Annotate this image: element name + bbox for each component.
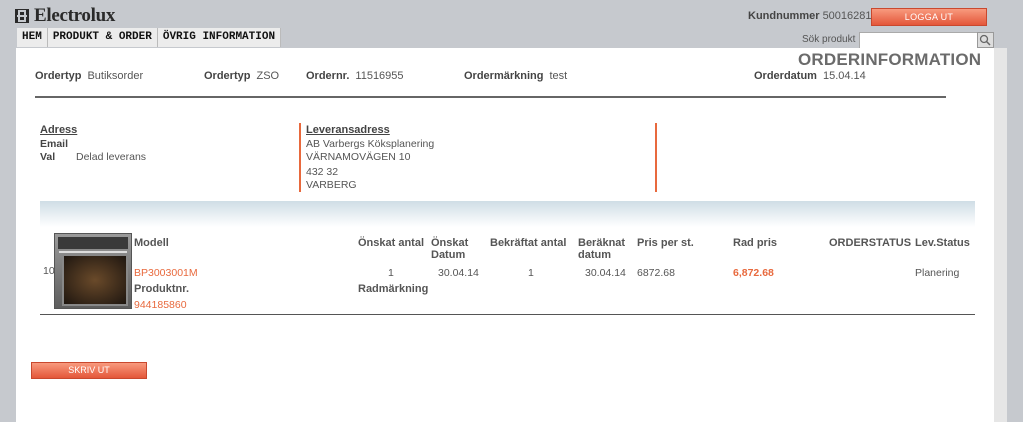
- search-label: Sök produkt: [802, 34, 856, 45]
- col-header-beraknat-datum: Beräknat datum: [578, 237, 625, 261]
- col-header-produktnr: Produktnr.: [134, 283, 190, 295]
- cell-onskat-antal: 1: [388, 267, 394, 279]
- customer-number-value: 50016281: [822, 10, 872, 22]
- nav-item-hem[interactable]: HEM: [17, 28, 48, 47]
- page-title: ORDERINFORMATION: [798, 50, 982, 69]
- address-separator: [655, 123, 657, 192]
- cell-beraknat-datum: 30.04.14: [585, 267, 626, 279]
- col-header-beraknat-datum-line1: Beräknat: [578, 237, 626, 249]
- delivery-address-line: VARBERG: [306, 179, 357, 191]
- customer-number-label: Kundnummer: [748, 10, 820, 22]
- delivery-address-line: VÄRNAMOVÄGEN 10: [306, 151, 411, 163]
- col-header-rad-pris: Rad pris: [733, 237, 778, 249]
- col-header-radmarkning: Radmärkning: [358, 283, 429, 295]
- cell-pris-per-st: 6872.68: [637, 267, 675, 279]
- delivery-address-line: AB Varbergs Köksplanering: [306, 138, 435, 150]
- order-date-field: Orderdatum 15.04.14: [754, 70, 866, 82]
- order-type-code-field: Ordertyp ZSO: [204, 70, 279, 82]
- nav-item-ovrig-information[interactable]: ÖVRIG INFORMATION: [157, 28, 282, 47]
- oven-handle: [59, 251, 127, 253]
- vertical-scrollbar[interactable]: [994, 48, 1007, 422]
- order-number-field: Ordernr. 11516955: [306, 70, 404, 82]
- search-input[interactable]: [859, 32, 980, 49]
- col-header-bekraftat-antal: Bekräftat antal: [490, 237, 567, 249]
- order-type-value: Butiksorder: [87, 70, 144, 82]
- main-content: [16, 48, 994, 422]
- nav-item-produkt-order[interactable]: PRODUKT & ORDER: [47, 28, 158, 47]
- cell-lev-status: Planering: [915, 267, 960, 279]
- oven-door: [62, 254, 128, 306]
- col-header-orderstatus: ORDERSTATUS: [829, 237, 912, 249]
- col-header-beraknat-datum-line2: datum: [578, 249, 611, 261]
- page-header: Electrolux Kundnummer 50016281 LOGGA UT …: [0, 0, 1023, 49]
- electrolux-logo[interactable]: Electrolux: [14, 5, 115, 27]
- main-nav: HEM PRODUKT & ORDER ÖVRIG INFORMATION: [17, 28, 282, 47]
- col-header-onskat-antal: Önskat antal: [358, 237, 425, 249]
- order-date-label: Orderdatum: [754, 70, 817, 82]
- col-header-onskat-datum: Önskat Datum: [431, 237, 468, 261]
- order-marking-field: Ordermärkning test: [464, 70, 567, 82]
- cell-bekraftat-antal: 1: [528, 267, 534, 279]
- oven-control-panel: [58, 237, 128, 249]
- col-header-lev-status: Lev.Status: [915, 237, 970, 249]
- order-type-label: Ordertyp: [35, 70, 82, 82]
- product-model-link[interactable]: BP3003001M: [134, 267, 198, 279]
- col-header-onskat-datum-line2: Datum: [431, 249, 466, 261]
- email-label: Email: [40, 138, 69, 150]
- order-number-label: Ordernr.: [306, 70, 350, 82]
- logout-button[interactable]: LOGGA UT: [871, 8, 987, 26]
- table-header-band: [40, 201, 975, 227]
- order-marking-label: Ordermärkning: [464, 70, 544, 82]
- customer-number: Kundnummer 50016281: [748, 10, 872, 22]
- electrolux-logo-icon: [15, 9, 29, 23]
- order-type-code-value: ZSO: [256, 70, 280, 82]
- order-marking-value: test: [549, 70, 568, 82]
- address-separator: [299, 123, 301, 192]
- col-header-pris-per-st: Pris per st.: [637, 237, 694, 249]
- address-title: Adress: [40, 124, 78, 136]
- col-header-modell: Modell: [134, 237, 169, 249]
- order-type-code-label: Ordertyp: [204, 70, 251, 82]
- search-button[interactable]: [977, 32, 994, 48]
- delivery-option-value: Delad leverans: [76, 151, 147, 163]
- order-type-field: Ordertyp Butiksorder: [35, 70, 143, 82]
- brand-name: Electrolux: [34, 5, 116, 26]
- cell-onskat-datum: 30.04.14: [438, 267, 479, 279]
- delivery-address-line: 432 32: [306, 166, 339, 178]
- col-header-onskat-datum-line1: Önskat: [431, 237, 469, 249]
- delivery-address-title: Leveransadress: [306, 124, 390, 136]
- row-line-number: 10: [43, 265, 55, 277]
- delivery-option-label: Val: [40, 151, 56, 163]
- table-row-divider: [40, 314, 975, 315]
- product-image[interactable]: [54, 233, 132, 309]
- search-icon: [979, 34, 991, 46]
- print-button[interactable]: SKRIV UT: [31, 362, 147, 379]
- order-date-value: 15.04.14: [822, 70, 866, 82]
- cell-rad-pris: 6,872.68: [733, 267, 774, 279]
- header-divider: [35, 96, 946, 98]
- order-number-value: 11516955: [355, 70, 404, 82]
- product-number-link[interactable]: 944185860: [134, 299, 187, 311]
